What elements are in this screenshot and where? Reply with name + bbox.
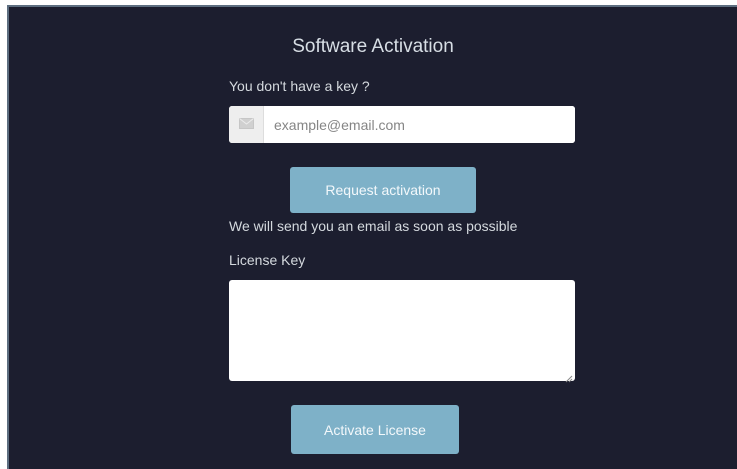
activation-window: Software Activation You don't have a key… <box>0 0 737 469</box>
email-icon-box <box>229 106 264 143</box>
license-key-label: License Key <box>229 252 306 268</box>
page-title: Software Activation <box>292 36 454 57</box>
resize-handle-icon[interactable] <box>564 370 573 383</box>
email-notice-text: We will send you an email as soon as pos… <box>229 218 518 234</box>
request-activation-button[interactable]: Request activation <box>290 167 476 213</box>
activation-panel: Software Activation You don't have a key… <box>7 5 737 469</box>
no-key-label: You don't have a key ? <box>229 78 370 94</box>
license-key-textarea[interactable] <box>229 280 575 381</box>
email-field-group <box>229 106 575 143</box>
email-input[interactable] <box>264 106 575 143</box>
envelope-icon <box>238 116 254 134</box>
activate-license-button[interactable]: Activate License <box>291 405 459 454</box>
